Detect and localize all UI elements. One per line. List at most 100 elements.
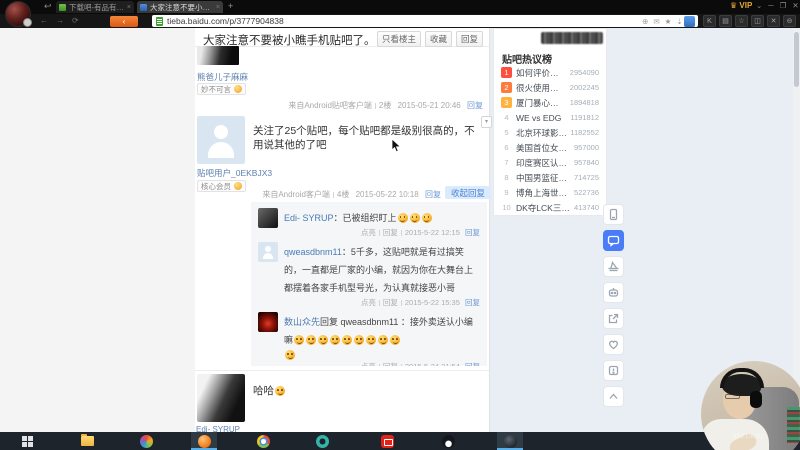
collapse-replies-button[interactable]: 收起回复 <box>445 186 492 199</box>
new-tab-button[interactable]: + <box>228 1 233 11</box>
file-explorer-icon[interactable] <box>74 432 100 450</box>
start-button[interactable] <box>14 432 40 450</box>
undo-icon[interactable]: ↩ <box>44 1 52 12</box>
post1-reply-link[interactable]: 回复 <box>467 101 483 110</box>
comment-time: 2015-5-22 15:35 <box>404 298 460 307</box>
post1-author[interactable]: 熊爸儿子麻麻 <box>197 71 248 83</box>
browser-action-icon[interactable]: ⊖ <box>783 15 796 27</box>
comments-icon[interactable] <box>602 230 624 251</box>
window-control-icon[interactable]: ⌄ <box>756 1 762 10</box>
heart-icon[interactable] <box>602 334 624 355</box>
browser-orange-icon[interactable] <box>191 432 217 450</box>
post2-avatar[interactable] <box>197 116 245 164</box>
browser-action-icon[interactable]: K <box>703 15 716 27</box>
address-action-icon[interactable]: ★ <box>665 17 672 26</box>
red-app-icon[interactable] <box>374 432 400 450</box>
tab-close-icon[interactable]: × <box>127 4 131 11</box>
gear-icon[interactable] <box>23 18 32 27</box>
scrollbar-track[interactable] <box>793 28 800 432</box>
emoji-icon <box>342 335 353 345</box>
hot-topic-item[interactable]: 7 印度赛区认定联动方式 957840 <box>494 155 606 170</box>
comment-avatar[interactable] <box>258 242 278 262</box>
nav-icon[interactable]: ⟳ <box>72 16 79 25</box>
reply-button[interactable]: 回复 <box>455 31 483 47</box>
browser-360-icon[interactable] <box>133 432 159 450</box>
browser-tab[interactable]: 下载吧-有品有吧--下载... × <box>56 1 134 13</box>
comment-reply-link[interactable]: 回复 <box>465 298 480 307</box>
comment-meta: 点亮 回复 2015-5-22 15:35 回复 <box>284 297 480 308</box>
hot-topic-item[interactable]: 6 美国首位女航天员回国 957000 <box>494 140 606 155</box>
tab-close-icon[interactable]: × <box>216 4 220 11</box>
scrollbar-thumb[interactable] <box>794 32 799 87</box>
comment-author[interactable]: Edi- SYRUP <box>284 213 334 223</box>
reply-gray-link[interactable]: 回复 <box>383 228 398 237</box>
hot-topic-item[interactable]: 3 厦门暴心海剧场晚会 1894818 <box>494 95 606 110</box>
like-link[interactable]: 点亮 <box>361 228 376 237</box>
comment-reply-link[interactable]: 回复 <box>465 362 480 366</box>
window-control-icon[interactable]: ─ <box>768 1 773 10</box>
url-text[interactable]: tieba.baidu.com/p/3777904838 <box>167 16 642 26</box>
address-action-icon[interactable]: ✉ <box>653 17 659 26</box>
qq-icon[interactable] <box>435 432 461 450</box>
hot-topics-title: 贴吧热议榜 <box>502 55 552 66</box>
post2-content: 关注了25个贴吧，每个贴吧都是级别很高的，不用说其他的了吧 <box>253 125 475 151</box>
post2-author[interactable]: 贴吧用户_0EKBJX3 <box>197 167 272 179</box>
post2-reply-link[interactable]: 回复 <box>425 190 441 199</box>
app-download-icon[interactable] <box>602 204 624 225</box>
comment-author[interactable]: qweasdbnm11 <box>284 247 342 257</box>
extension-icon[interactable] <box>684 16 695 27</box>
emoji-icon <box>354 335 365 345</box>
browser-tab[interactable]: 大家注意不要小看手机贴吧 × <box>137 1 223 13</box>
like-link[interactable]: 点亮 <box>361 298 376 307</box>
taskbar <box>0 432 800 450</box>
share-icon[interactable] <box>602 308 624 329</box>
back-to-top-icon[interactable] <box>602 386 624 407</box>
page-security-icon <box>156 16 163 26</box>
browser-action-icon[interactable]: ✕ <box>767 15 780 27</box>
browser-action-icon[interactable]: ◫ <box>751 15 764 27</box>
hot-topic-item[interactable]: 1 如何评价云南白药自首 2954090 <box>494 65 606 80</box>
reply-gray-link[interactable]: 回复 <box>383 362 398 366</box>
like-link[interactable]: 点亮 <box>361 362 376 366</box>
comment-extra-emojis <box>284 348 480 360</box>
reply-gray-link[interactable]: 回复 <box>383 298 398 307</box>
address-action-icon[interactable]: ⊕ <box>642 17 648 26</box>
url-field[interactable]: tieba.baidu.com/p/3777904838 ⊕✉★⇣⟳ <box>152 15 698 27</box>
favorite-button[interactable]: 收藏 <box>424 31 452 47</box>
nav-icon[interactable]: ← <box>40 16 48 25</box>
speed-mode-button[interactable]: ‹ <box>110 16 138 27</box>
chrome-icon[interactable] <box>250 432 276 450</box>
comment-author[interactable]: 数山众先 <box>284 317 320 327</box>
comment-emojis <box>293 330 401 347</box>
comment-avatar[interactable] <box>258 208 278 228</box>
hot-topic-count: 957000 <box>573 143 599 152</box>
comment-avatar[interactable] <box>258 312 278 332</box>
tab-favicon <box>140 3 147 11</box>
feedback-icon[interactable] <box>602 360 624 381</box>
hot-topic-item[interactable]: 9 博角上海世博园区 522736 <box>494 185 606 200</box>
hot-topic-item[interactable]: 2 很火使用周边检测器数 2002245 <box>494 80 606 95</box>
hot-topic-item[interactable]: 10 DK夺LCK三连冠 413740 <box>494 200 606 215</box>
post3-avatar[interactable] <box>197 374 245 422</box>
hot-topic-item[interactable]: 5 北京环球影城游园攻略 1182552 <box>494 125 606 140</box>
expand-toggle-icon[interactable]: ▾ <box>481 116 492 128</box>
browser-ring-icon[interactable] <box>309 432 335 450</box>
window-control-icon[interactable]: ❐ <box>780 1 787 10</box>
nav-icon[interactable]: → <box>56 16 64 25</box>
address-action-icon[interactable]: ⇣ <box>676 17 682 26</box>
hot-topic-item[interactable]: 8 中国男篮征战首轮回合 714725 <box>494 170 606 185</box>
floating-toolbar <box>601 204 625 407</box>
browser-action-icon[interactable]: ☆ <box>735 15 748 27</box>
hot-topic-count: 522736 <box>573 188 599 197</box>
magic-hat-icon[interactable] <box>602 256 624 277</box>
robot-icon[interactable] <box>602 282 624 303</box>
post1-avatar[interactable] <box>197 46 239 65</box>
vip-badge[interactable]: ♛ VIP <box>730 1 752 10</box>
comment-reply-link[interactable]: 回复 <box>465 228 480 237</box>
browser-profile-avatar[interactable] <box>5 1 32 27</box>
only-op-button[interactable]: 只看楼主 <box>376 31 421 47</box>
window-control-icon[interactable]: ✕ <box>792 1 798 10</box>
browser-action-icon[interactable]: ▤ <box>719 15 732 27</box>
hot-topic-item[interactable]: 4 WE vs EDG 1191812 <box>494 110 606 125</box>
dark-app-icon[interactable] <box>497 432 523 450</box>
